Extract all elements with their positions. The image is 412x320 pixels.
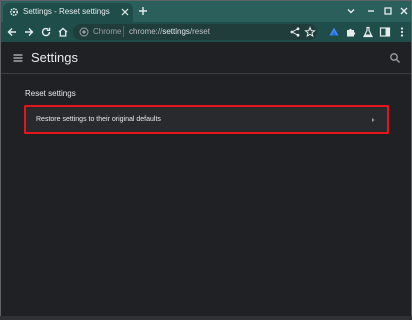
minimize-icon[interactable] (365, 5, 377, 17)
browser-window: Settings - Reset settings Chrome chrome:… (0, 0, 412, 320)
close-window-icon[interactable] (398, 5, 410, 17)
url-text: chrome://settings/reset (129, 27, 210, 36)
restore-defaults-label: Restore settings to their original defau… (36, 116, 161, 123)
extensions-puzzle-icon[interactable] (345, 26, 357, 38)
labs-flask-icon[interactable] (362, 26, 374, 38)
extension-triangle-icon[interactable] (328, 26, 340, 38)
gear-icon (9, 7, 19, 17)
page-title: Settings (31, 50, 78, 65)
close-tab-icon[interactable] (120, 7, 130, 17)
restore-defaults-row[interactable]: Restore settings to their original defau… (24, 105, 389, 134)
side-panel-icon[interactable] (379, 26, 391, 38)
url-host: settings (162, 27, 190, 36)
reload-icon[interactable] (40, 26, 52, 38)
settings-content: Reset settings Restore settings to their… (1, 75, 411, 319)
home-icon[interactable] (57, 26, 69, 38)
chevron-right-icon (372, 118, 375, 122)
new-tab-icon[interactable] (138, 6, 148, 16)
tab-title: Settings - Reset settings (23, 7, 110, 16)
tab-strip: Settings - Reset settings (1, 1, 411, 22)
section-title: Reset settings (25, 89, 76, 98)
url-path: /reset (189, 27, 210, 36)
url-divider (123, 26, 124, 37)
tab-settings[interactable]: Settings - Reset settings (3, 3, 133, 22)
search-icon[interactable] (389, 52, 401, 64)
url-prefix: chrome:// (129, 27, 163, 36)
settings-header: Settings (1, 42, 411, 74)
bookmark-star-icon[interactable] (304, 26, 316, 38)
chrome-icon (79, 27, 89, 37)
maximize-icon[interactable] (382, 5, 394, 17)
address-bar[interactable]: Chrome chrome://settings/reset (73, 24, 317, 40)
forward-arrow-icon[interactable] (23, 26, 35, 38)
share-icon[interactable] (289, 26, 301, 38)
back-arrow-icon[interactable] (6, 26, 18, 38)
url-scheme-chip: Chrome (93, 27, 122, 36)
os-shelf (0, 316, 412, 320)
more-menu-icon[interactable] (396, 26, 408, 38)
tab-search-chevron-icon[interactable] (345, 5, 357, 17)
menu-hamburger-icon[interactable] (12, 52, 24, 64)
browser-toolbar: Chrome chrome://settings/reset (1, 22, 411, 42)
